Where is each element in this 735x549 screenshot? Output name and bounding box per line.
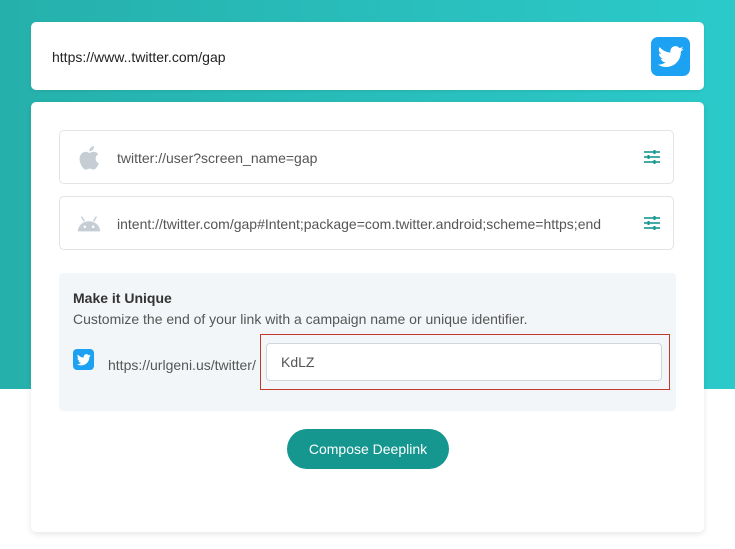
make-unique-heading: Make it Unique xyxy=(73,290,172,306)
apple-icon xyxy=(76,146,102,170)
url-card: https://www..twitter.com/gap xyxy=(31,22,704,90)
compose-deeplink-button[interactable]: Compose Deeplink xyxy=(287,429,449,469)
deeplink-card: twitter://user?screen_name=gap intent://… xyxy=(31,102,704,532)
android-deeplink-text: intent://twitter.com/gap#Intent;package=… xyxy=(117,216,602,232)
ios-link-row: twitter://user?screen_name=gap xyxy=(59,130,674,184)
android-link-row: intent://twitter.com/gap#Intent;package=… xyxy=(59,196,674,250)
make-unique-panel: Make it Unique Customize the end of your… xyxy=(59,273,676,411)
ios-settings-sliders-icon[interactable] xyxy=(644,150,660,164)
android-icon xyxy=(76,212,102,236)
twitter-small-icon xyxy=(73,349,94,370)
short-link-prefix: https://urlgeni.us/twitter/ xyxy=(108,357,256,373)
twitter-logo-icon xyxy=(651,37,690,76)
unique-identifier-input[interactable] xyxy=(266,343,662,381)
ios-deeplink-text: twitter://user?screen_name=gap xyxy=(117,150,318,166)
make-unique-description: Customize the end of your link with a ca… xyxy=(73,311,528,327)
source-url: https://www..twitter.com/gap xyxy=(52,49,226,65)
android-settings-sliders-icon[interactable] xyxy=(644,216,660,230)
